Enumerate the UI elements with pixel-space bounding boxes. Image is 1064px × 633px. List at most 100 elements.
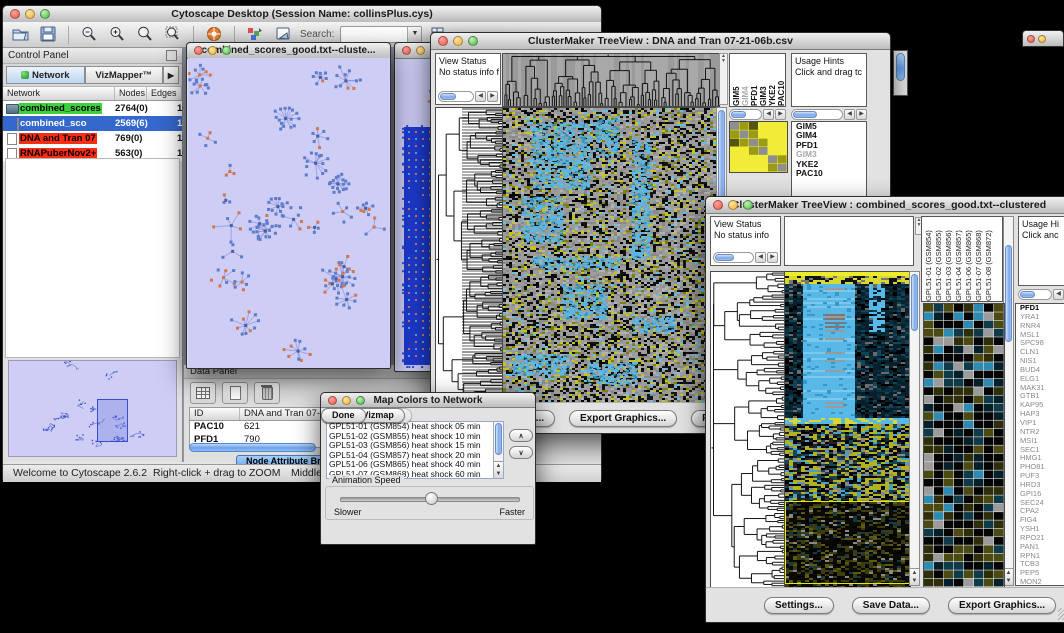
scroll-right-arrow[interactable]: ▶ xyxy=(487,91,498,102)
network-row[interactable]: combined_sco 2569(6) 13112(15) xyxy=(3,116,182,131)
vscroll-thumb[interactable] xyxy=(896,53,905,81)
hidden-window-titlebar-fragment[interactable] xyxy=(1022,30,1064,47)
vscroll-thumb[interactable] xyxy=(495,423,502,455)
network-overview-panel[interactable] xyxy=(8,360,177,457)
zoom-selected-button[interactable] xyxy=(162,24,184,45)
gene-label[interactable]: PAC10 xyxy=(794,169,866,178)
scroll-right-arrow[interactable]: ▶ xyxy=(856,109,867,120)
treeview2-titlebar[interactable]: ClusterMaker TreeView : combined_scores_… xyxy=(706,197,1064,214)
vscroll-arrows[interactable]: ▲▼ xyxy=(910,568,919,585)
vscroll-thumb[interactable] xyxy=(1005,245,1012,342)
close-button[interactable] xyxy=(10,9,20,19)
netview1-titlebar[interactable]: combined_scores_good.txt--cluste... xyxy=(187,43,390,59)
zoom-button[interactable] xyxy=(743,200,753,210)
global-heatmap-canvas[interactable] xyxy=(502,107,717,403)
gene-label[interactable]: MON2 xyxy=(1018,578,1064,586)
treeview1-button[interactable]: Export Graphics... xyxy=(569,410,677,427)
close-button[interactable] xyxy=(194,46,203,55)
scroll-left-arrow[interactable]: ◀ xyxy=(763,109,774,120)
column-dendrogram-canvas[interactable] xyxy=(502,53,720,107)
hscroll-thumb[interactable] xyxy=(1020,291,1035,298)
move-up-button[interactable]: ∧ xyxy=(509,429,533,442)
scroll-left-arrow[interactable]: ◀ xyxy=(844,109,855,120)
control-panel-tab[interactable]: VizMapper™ xyxy=(85,66,164,84)
attr-column-id[interactable]: ID xyxy=(190,408,240,420)
row-dendrogram-canvas[interactable] xyxy=(435,107,503,403)
close-button[interactable] xyxy=(713,200,723,210)
usage-hints-hscrollbar[interactable]: ◀ xyxy=(1018,289,1064,300)
search-input[interactable]: ▼ xyxy=(340,26,422,43)
treeview2-button[interactable]: Export Graphics... xyxy=(948,597,1056,614)
minimize-button[interactable] xyxy=(208,46,217,55)
minimize-button[interactable] xyxy=(728,200,738,210)
usage-hints-hscrollbar[interactable]: ◀ ▶ xyxy=(791,109,867,120)
attribute-select-button[interactable] xyxy=(190,382,216,404)
close-button[interactable] xyxy=(402,46,411,55)
hscroll-thumb[interactable] xyxy=(731,111,746,118)
global-heatmap-canvas[interactable] xyxy=(784,271,911,588)
column-edges[interactable]: Edges xyxy=(147,87,182,100)
slider-thumb[interactable] xyxy=(425,492,438,505)
cytoscape-titlebar[interactable]: Cytoscape Desktop (Session Name: collins… xyxy=(3,6,601,23)
view-status-hscrollbar[interactable]: ◀ ▶ xyxy=(438,91,498,102)
network-overview-canvas[interactable] xyxy=(9,361,177,454)
scroll-left-arrow[interactable]: ◀ xyxy=(1053,289,1064,300)
hscroll-thumb[interactable] xyxy=(440,93,456,100)
minimize-button[interactable] xyxy=(453,36,463,46)
vscroll-arrows[interactable]: ▲▼ xyxy=(494,461,503,478)
search-dropdown-arrow[interactable]: ▼ xyxy=(407,27,421,42)
zoom-out-button[interactable] xyxy=(78,24,100,45)
close-button[interactable] xyxy=(438,36,448,46)
heatmap-vscrollbar[interactable]: ▲▼ xyxy=(909,271,920,586)
network-row[interactable]: DNA and Tran 07 769(0) 183728(0) xyxy=(3,131,182,146)
close-button[interactable] xyxy=(1027,35,1035,43)
zoom-fit-button[interactable] xyxy=(134,24,156,45)
hscroll-thumb[interactable] xyxy=(189,443,316,452)
column-nodes[interactable]: Nodes xyxy=(115,87,147,100)
dialog-titlebar[interactable]: Map Colors to Network xyxy=(321,393,535,408)
list-vscrollbar[interactable]: ▲▼ xyxy=(493,422,503,478)
float-panel-icon[interactable] xyxy=(166,50,177,61)
view-status-hscrollbar[interactable]: ◀ ▶ xyxy=(713,252,778,263)
treeview1-titlebar[interactable]: ClusterMaker TreeView : DNA and Tran 07-… xyxy=(431,33,890,50)
column-dendrogram-area[interactable] xyxy=(784,216,914,266)
zoom-button[interactable] xyxy=(222,46,231,55)
zoom-button[interactable] xyxy=(40,9,50,19)
minimize-button[interactable] xyxy=(416,46,425,55)
tab-overflow-arrow[interactable]: ▶ xyxy=(163,66,179,84)
row-dendrogram-canvas[interactable] xyxy=(710,271,785,588)
close-button[interactable] xyxy=(328,396,337,405)
hscroll-thumb[interactable] xyxy=(793,111,817,118)
open-session-button[interactable] xyxy=(9,24,31,45)
minimize-button[interactable] xyxy=(1038,35,1046,43)
save-session-button[interactable] xyxy=(37,24,59,45)
mini-scroll-strip[interactable]: ▲▼ xyxy=(719,53,728,105)
vscroll-arrows[interactable]: ▲▼ xyxy=(1004,568,1013,585)
hscroll-thumb[interactable] xyxy=(715,254,734,261)
vscroll-thumb[interactable] xyxy=(911,274,918,331)
scroll-right-arrow[interactable]: ▶ xyxy=(775,109,786,120)
resize-grip[interactable] xyxy=(1058,608,1064,620)
zoom-button[interactable] xyxy=(468,36,478,46)
minimize-button[interactable] xyxy=(342,396,351,405)
column-network[interactable]: Network xyxy=(3,87,115,100)
data-panel-hscrollbar[interactable] xyxy=(189,443,319,452)
scroll-right-arrow[interactable]: ▶ xyxy=(767,252,778,263)
zoom-heatmap-canvas[interactable] xyxy=(729,121,788,173)
treeview2-button[interactable]: Settings... xyxy=(764,597,834,614)
network-row[interactable]: combined_scores 2764(0) 16218(0) xyxy=(3,101,182,116)
move-down-button[interactable]: ∨ xyxy=(509,446,533,459)
speed-slider[interactable] xyxy=(340,497,520,502)
scroll-left-arrow[interactable]: ◀ xyxy=(475,91,486,102)
delete-attribute-button[interactable] xyxy=(254,382,280,404)
zoom-heatmap-canvas[interactable] xyxy=(923,303,1005,588)
new-attribute-button[interactable] xyxy=(222,382,248,404)
dialog-button[interactable]: Done xyxy=(321,408,366,423)
zoom-button[interactable] xyxy=(356,396,365,405)
control-panel-tab[interactable]: Network xyxy=(6,66,85,84)
network-canvas[interactable] xyxy=(188,58,390,368)
zoom-in-button[interactable] xyxy=(106,24,128,45)
hidden-window-scrollbar-fragment[interactable] xyxy=(893,50,908,96)
minimize-button[interactable] xyxy=(25,9,35,19)
scroll-left-arrow[interactable]: ◀ xyxy=(755,252,766,263)
